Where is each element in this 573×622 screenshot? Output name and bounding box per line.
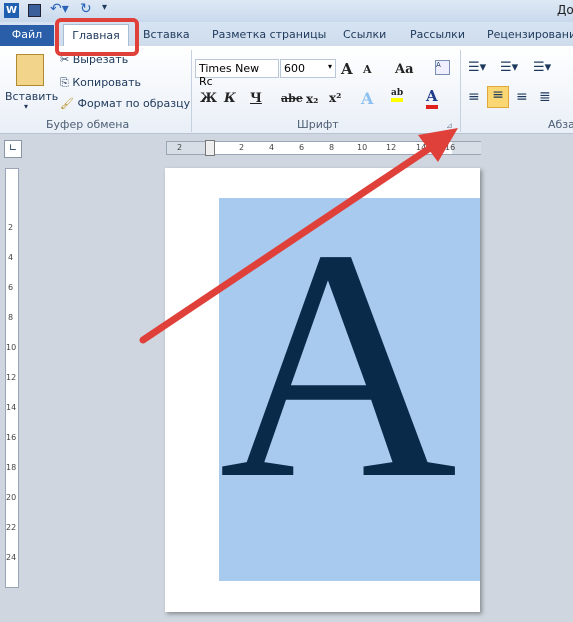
annotation-arrow xyxy=(139,128,458,344)
arrow-head xyxy=(418,128,458,162)
arrow-shaft xyxy=(139,144,434,344)
